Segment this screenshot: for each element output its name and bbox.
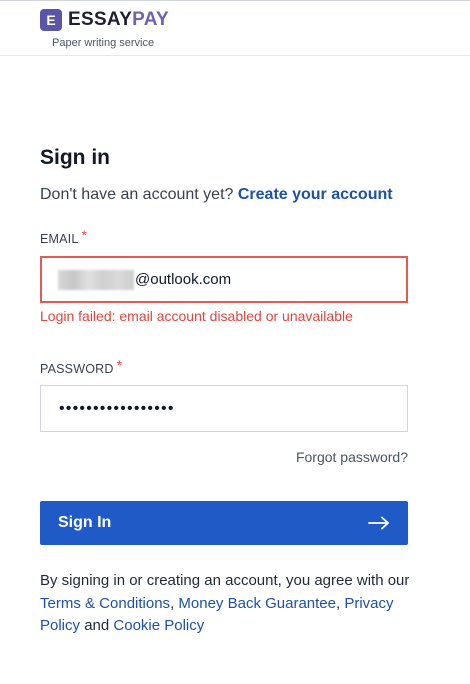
password-label: PASSWORD * bbox=[40, 357, 123, 376]
terms-notice: By signing in or creating an account, yo… bbox=[40, 570, 420, 638]
create-account-link[interactable]: Create your account bbox=[238, 186, 393, 203]
logo[interactable]: E ESSAYPAY bbox=[40, 9, 169, 31]
terms-separator: , bbox=[336, 594, 341, 612]
logo-text: ESSAYPAY bbox=[68, 9, 169, 31]
email-error-message: Login failed: email account disabled or … bbox=[40, 308, 353, 324]
page-title: Sign in bbox=[40, 146, 110, 169]
sign-in-button-label: Sign In bbox=[58, 514, 112, 531]
terms-text: By signing in or creating an account, yo… bbox=[40, 572, 410, 589]
money-back-link[interactable]: Money Back Guarantee bbox=[178, 595, 336, 612]
email-label: EMAIL * bbox=[40, 227, 88, 246]
email-value: @outlook.com bbox=[135, 271, 232, 288]
terms-separator: , bbox=[170, 594, 175, 612]
logo-mark-icon: E bbox=[40, 9, 62, 31]
arrow-right-icon bbox=[368, 516, 389, 530]
logo-word-pay: PAY bbox=[132, 9, 169, 30]
logo-word-essay: ESSAY bbox=[68, 9, 133, 30]
password-field[interactable]: ••••••••••••••••• bbox=[40, 385, 408, 432]
tagline: Paper writing service bbox=[52, 37, 155, 49]
cookie-policy-link[interactable]: Cookie Policy bbox=[113, 617, 204, 634]
site-header: E ESSAYPAY Paper writing service bbox=[0, 0, 470, 56]
email-label-text: EMAIL bbox=[40, 232, 79, 246]
required-mark: * bbox=[116, 357, 123, 373]
password-value: ••••••••••••••••• bbox=[59, 399, 175, 417]
terms-link[interactable]: Terms & Conditions bbox=[40, 595, 170, 612]
terms-and: and bbox=[84, 617, 110, 634]
password-label-text: PASSWORD bbox=[40, 362, 114, 376]
redacted-email-username bbox=[58, 269, 134, 290]
forgot-password-link[interactable]: Forgot password? bbox=[296, 449, 408, 465]
required-mark: * bbox=[81, 227, 88, 243]
signup-prompt-text: Don't have an account yet? bbox=[40, 186, 234, 203]
sign-in-button[interactable]: Sign In bbox=[40, 501, 408, 545]
signup-prompt: Don't have an account yet? Create your a… bbox=[40, 186, 393, 204]
email-field[interactable]: @outlook.com bbox=[40, 256, 408, 303]
